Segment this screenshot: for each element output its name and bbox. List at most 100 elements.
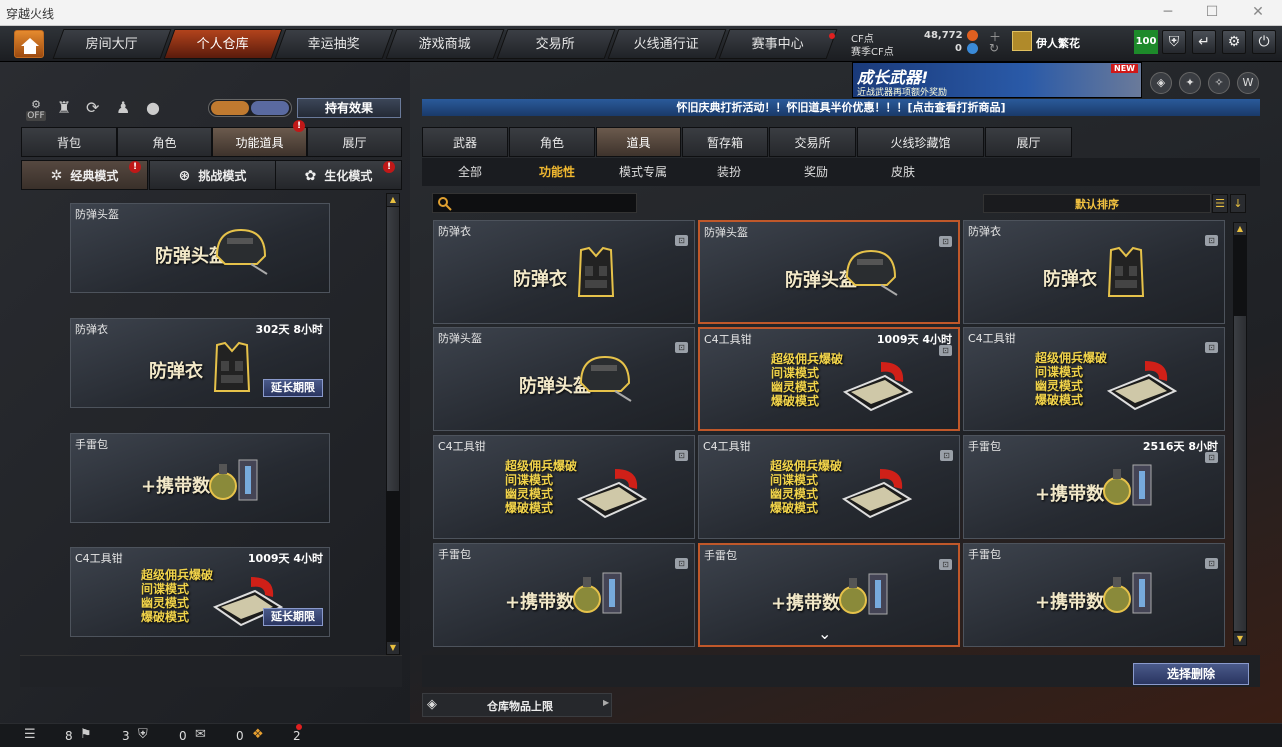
grid-item-card[interactable]: C4工具钳 ⊡ 超级佣兵爆破 间谍模式 幽灵模式 爆破模式 (963, 327, 1225, 431)
lock-icon[interactable]: ⊡ (940, 450, 953, 461)
event-icon-1[interactable]: ◈ (1150, 72, 1172, 94)
lock-icon[interactable]: ⊡ (1205, 342, 1218, 353)
left-item-card[interactable]: 防弹衣 302天 8小时 防弹衣 延长期限 (70, 318, 330, 408)
lock-icon[interactable]: ⊡ (1205, 558, 1218, 569)
back-button[interactable]: ↵ (1192, 30, 1216, 54)
right-scroll-up-icon[interactable]: ▲ (1233, 222, 1247, 236)
warehouse-limit-bar[interactable]: ◈ 仓库物品上限 ▶ (422, 693, 612, 717)
right-tab-1[interactable]: 角色 (509, 127, 595, 157)
nav-tab-5[interactable]: 火线通行证 (607, 29, 727, 59)
grid-item-card[interactable]: 防弹头盔 ⊡ 防弹头盔 (433, 327, 695, 431)
grid-item-card[interactable]: C4工具钳 1009天 4小时 ⊡ 超级佣兵爆破 间谍模式 幽灵模式 爆破模式 (698, 327, 960, 431)
extend-button[interactable]: 延长期限 (263, 608, 323, 626)
refresh-icon[interactable]: ↻ (989, 41, 999, 55)
lock-icon[interactable]: ⊡ (675, 558, 688, 569)
avatar[interactable] (1012, 31, 1032, 51)
lock-icon[interactable]: ⊡ (1205, 235, 1218, 246)
left-tab-0[interactable]: 背包 (21, 127, 117, 157)
lock-icon[interactable]: ⊡ (675, 342, 688, 353)
mode-tab-1[interactable]: ⊛ 挑战模式 (149, 160, 276, 190)
notify-count: 2 (293, 729, 301, 743)
nav-tab-6[interactable]: 赛事中心 (718, 29, 838, 59)
right-tab-2[interactable]: 道具 (596, 127, 681, 157)
grenade-icon[interactable]: ● (146, 98, 160, 117)
scroll-down-icon[interactable]: ▼ (386, 641, 400, 655)
select-delete-button[interactable]: 选择删除 (1133, 663, 1249, 685)
subtab-3[interactable]: 装扮 (692, 160, 766, 184)
settings-button[interactable]: ⚙ (1222, 30, 1246, 54)
cycle-icon[interactable]: ⟳ (86, 98, 99, 117)
right-tab-3[interactable]: 暂存箱 (682, 127, 768, 157)
bag-icon[interactable]: ⚑ (80, 727, 92, 742)
lock-icon[interactable]: ⊡ (939, 559, 952, 570)
lock-icon[interactable]: ⊡ (675, 450, 688, 461)
right-tab-0[interactable]: 武器 (422, 127, 508, 157)
lock-icon[interactable]: ⊡ (939, 236, 952, 247)
status-shield-icon[interactable]: ⛨ (138, 727, 148, 742)
notice-bar[interactable]: 怀旧庆典打折活动！！怀旧道具半价优惠！！！[点击查看打折商品] (422, 99, 1260, 116)
subtab-1[interactable]: 功能性 (520, 160, 594, 184)
menu-icon[interactable]: ☰ (24, 727, 36, 742)
subtab-5[interactable]: 皮肤 (866, 160, 940, 184)
grid-item-card[interactable]: 防弹头盔 ⊡ 防弹头盔 (698, 220, 960, 324)
mode-line: 间谍模式 (141, 581, 190, 596)
effect-button[interactable]: 持有效果 (297, 98, 401, 118)
scroll-up-icon[interactable]: ▲ (386, 193, 400, 207)
left-item-card[interactable]: 手雷包 +携带数 (70, 433, 330, 523)
left-tab-2[interactable]: 功能道具 (212, 127, 307, 157)
promo-banner[interactable]: 成长武器! 近战武器再项额外奖励 NEW (852, 62, 1142, 98)
event-icon-4[interactable]: W (1237, 72, 1259, 94)
right-tab-4[interactable]: 交易所 (769, 127, 856, 157)
nav-tab-label: 赛事中心 (751, 37, 804, 52)
nav-tab-0[interactable]: 房间大厅 (52, 29, 172, 59)
sort-down-icon[interactable]: ↓ (1230, 194, 1246, 213)
maximize-icon[interactable]: ☐ (1202, 4, 1222, 20)
grid-item-card[interactable]: C4工具钳 ⊡ 超级佣兵爆破 间谍模式 幽灵模式 爆破模式 (698, 435, 960, 539)
scroll-thumb[interactable] (387, 207, 399, 491)
grid-item-card[interactable]: 手雷包 ⊡ +携带数 (963, 543, 1225, 647)
grid-item-card[interactable]: 防弹衣 ⊡ 防弹衣 (963, 220, 1225, 324)
event-icon-3[interactable]: ✧ (1208, 72, 1230, 94)
right-tab-5[interactable]: 火线珍藏馆 (857, 127, 984, 157)
person-icon[interactable]: ♟ (116, 98, 130, 117)
extend-button[interactable]: 延长期限 (263, 379, 323, 397)
subtab-0[interactable]: 全部 (433, 160, 507, 184)
right-tab-6[interactable]: 展厅 (985, 127, 1072, 157)
power-button[interactable]: ⏻ (1252, 30, 1276, 54)
left-item-card[interactable]: 防弹头盔 防弹头盔 (70, 203, 330, 293)
nav-tab-2[interactable]: 幸运抽奖 (274, 29, 394, 59)
subtab-4[interactable]: 奖励 (779, 160, 853, 184)
sort-select[interactable]: 默认排序 (983, 194, 1211, 213)
left-tab-1[interactable]: 角色 (117, 127, 212, 157)
home-button[interactable] (14, 30, 44, 58)
left-tab-3[interactable]: 展厅 (307, 127, 402, 157)
right-scroll-thumb[interactable] (1234, 316, 1246, 631)
left-item-card[interactable]: C4工具钳 1009天 4小时 超级佣兵爆破 间谍模式 幽灵模式 爆破模式 延长期限 (70, 547, 330, 637)
left-scrollbar[interactable]: ▲ ▼ (386, 193, 400, 655)
grid-item-card[interactable]: 防弹衣 ⊡ 防弹衣 (433, 220, 695, 324)
list-icon[interactable]: ☰ (1212, 194, 1228, 213)
minimize-icon[interactable]: ─ (1158, 4, 1178, 20)
expand-chevron-icon[interactable]: ⌄ (818, 624, 831, 643)
lock-icon[interactable]: ⊡ (939, 345, 952, 356)
grid-item-card[interactable]: 手雷包 ⊡ +携带数 (433, 543, 695, 647)
subtab-2[interactable]: 模式专属 (606, 160, 680, 184)
search-input[interactable] (432, 193, 637, 213)
nav-tab-3[interactable]: 游戏商城 (385, 29, 505, 59)
right-scroll-down-icon[interactable]: ▼ (1233, 632, 1247, 646)
lock-icon[interactable]: ⊡ (675, 235, 688, 246)
grid-item-card[interactable]: C4工具钳 ⊡ 超级佣兵爆破 间谍模式 幽灵模式 爆破模式 (433, 435, 695, 539)
lock-icon[interactable]: ⊡ (1205, 452, 1218, 463)
gift-icon[interactable]: ❖ (252, 727, 264, 742)
rank-icon[interactable]: ♜ (57, 98, 71, 117)
nav-tab-1[interactable]: 个人仓库 (163, 29, 283, 59)
close-icon[interactable]: ✕ (1248, 4, 1268, 20)
grid-item-card[interactable]: 手雷包 2516天 8小时 ⊡ +携带数 (963, 435, 1225, 539)
event-icon-2[interactable]: ✦ (1179, 72, 1201, 94)
chat-icon[interactable]: ✉ (195, 727, 206, 742)
nav-tab-4[interactable]: 交易所 (496, 29, 616, 59)
shield-button[interactable]: ⛨ (1162, 30, 1186, 54)
right-scrollbar[interactable]: ▲ ▼ (1233, 222, 1247, 646)
view-toggle[interactable] (208, 99, 292, 117)
off-toggle-icon[interactable]: ⚙ OFF (26, 98, 46, 121)
